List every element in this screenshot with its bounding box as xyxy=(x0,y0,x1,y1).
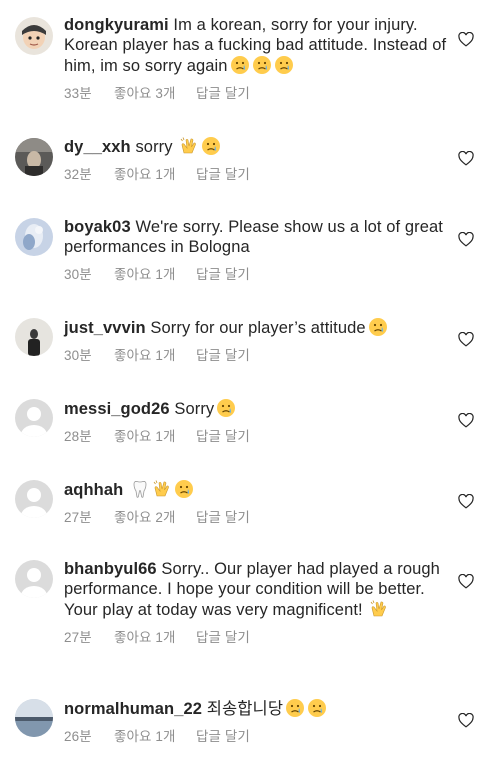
reply-button[interactable]: 답글 달기 xyxy=(196,727,250,747)
crying-face-emoji-icon xyxy=(274,55,294,75)
comment-time: 28분 xyxy=(64,429,92,444)
crying-face-emoji-icon xyxy=(252,55,272,75)
heart-icon[interactable] xyxy=(458,713,474,728)
avatar[interactable] xyxy=(15,699,53,737)
comment-text: 죄송합니당 xyxy=(206,700,284,718)
crying-face-emoji-icon xyxy=(368,317,388,337)
comment-likes[interactable]: 좋아요 1개 xyxy=(114,165,196,185)
avatar[interactable] xyxy=(15,480,53,518)
comment-time: 32분 xyxy=(64,167,92,182)
comment-likes[interactable]: 좋아요 1개 xyxy=(114,727,196,747)
heart-icon[interactable] xyxy=(458,332,474,347)
comment-time: 30분 xyxy=(64,267,92,282)
crying-face-emoji-icon xyxy=(216,398,236,418)
comment-text: sorry xyxy=(135,138,173,156)
comment-username[interactable]: dongkyurami xyxy=(64,16,169,34)
comment-username[interactable]: just_vvvin xyxy=(64,319,146,337)
comment-username[interactable]: bhanbyul66 xyxy=(64,560,157,578)
heart-icon[interactable] xyxy=(458,232,474,247)
reply-button[interactable]: 답글 달기 xyxy=(196,265,250,285)
comment-username[interactable]: messi_god26 xyxy=(64,400,170,418)
comment-username[interactable]: normalhuman_22 xyxy=(64,700,202,718)
comment-time: 33분 xyxy=(64,86,92,101)
crying-face-emoji-icon xyxy=(285,698,305,718)
comment-likes[interactable]: 좋아요 3개 xyxy=(114,84,196,104)
avatar[interactable] xyxy=(15,218,53,256)
comment-time: 27분 xyxy=(64,630,92,645)
comment-text: Sorry xyxy=(174,400,215,418)
reply-button[interactable]: 답글 달기 xyxy=(196,628,250,648)
comment-likes[interactable]: 좋아요 1개 xyxy=(114,346,196,366)
reply-button[interactable]: 답글 달기 xyxy=(196,165,250,185)
comment-time: 26분 xyxy=(64,729,92,744)
comment-username[interactable]: dy__xxh xyxy=(64,138,131,156)
comment-likes[interactable]: 좋아요 1개 xyxy=(114,628,196,648)
comment-username[interactable]: aqhhah xyxy=(64,481,123,499)
avatar[interactable] xyxy=(15,138,53,176)
avatar[interactable] xyxy=(15,399,53,437)
crying-face-emoji-icon xyxy=(201,136,221,156)
avatar[interactable] xyxy=(15,318,53,356)
avatar[interactable] xyxy=(15,560,53,598)
crying-face-emoji-icon xyxy=(230,55,250,75)
heart-icon[interactable] xyxy=(458,151,474,166)
comment-time: 27분 xyxy=(64,510,92,525)
avatar[interactable] xyxy=(15,17,53,55)
heart-icon[interactable] xyxy=(458,32,474,47)
comment-likes[interactable]: 좋아요 1개 xyxy=(114,427,196,447)
heart-icon[interactable] xyxy=(458,413,474,428)
comment-text: Sorry for our player’s attitude xyxy=(150,319,366,337)
comment-time: 30분 xyxy=(64,348,92,363)
clapping-hands-emoji-icon xyxy=(369,599,389,619)
reply-button[interactable]: 답글 달기 xyxy=(196,84,250,104)
heart-icon[interactable] xyxy=(458,574,474,589)
crying-face-emoji-icon xyxy=(307,698,327,718)
comment-list: dongkyurami Im a korean, sorry for your … xyxy=(0,0,500,766)
clapping-hands-emoji-icon xyxy=(179,136,199,156)
comment-username[interactable]: boyak03 xyxy=(64,218,131,236)
tooth-emoji-icon xyxy=(130,479,150,499)
reply-button[interactable]: 답글 달기 xyxy=(196,427,250,447)
crying-face-emoji-icon xyxy=(174,479,194,499)
clapping-hands-emoji-icon xyxy=(152,479,172,499)
comment-likes[interactable]: 좋아요 1개 xyxy=(114,265,196,285)
reply-button[interactable]: 답글 달기 xyxy=(196,346,250,366)
heart-icon[interactable] xyxy=(458,494,474,509)
reply-button[interactable]: 답글 달기 xyxy=(196,508,250,528)
comment-likes[interactable]: 좋아요 2개 xyxy=(114,508,196,528)
